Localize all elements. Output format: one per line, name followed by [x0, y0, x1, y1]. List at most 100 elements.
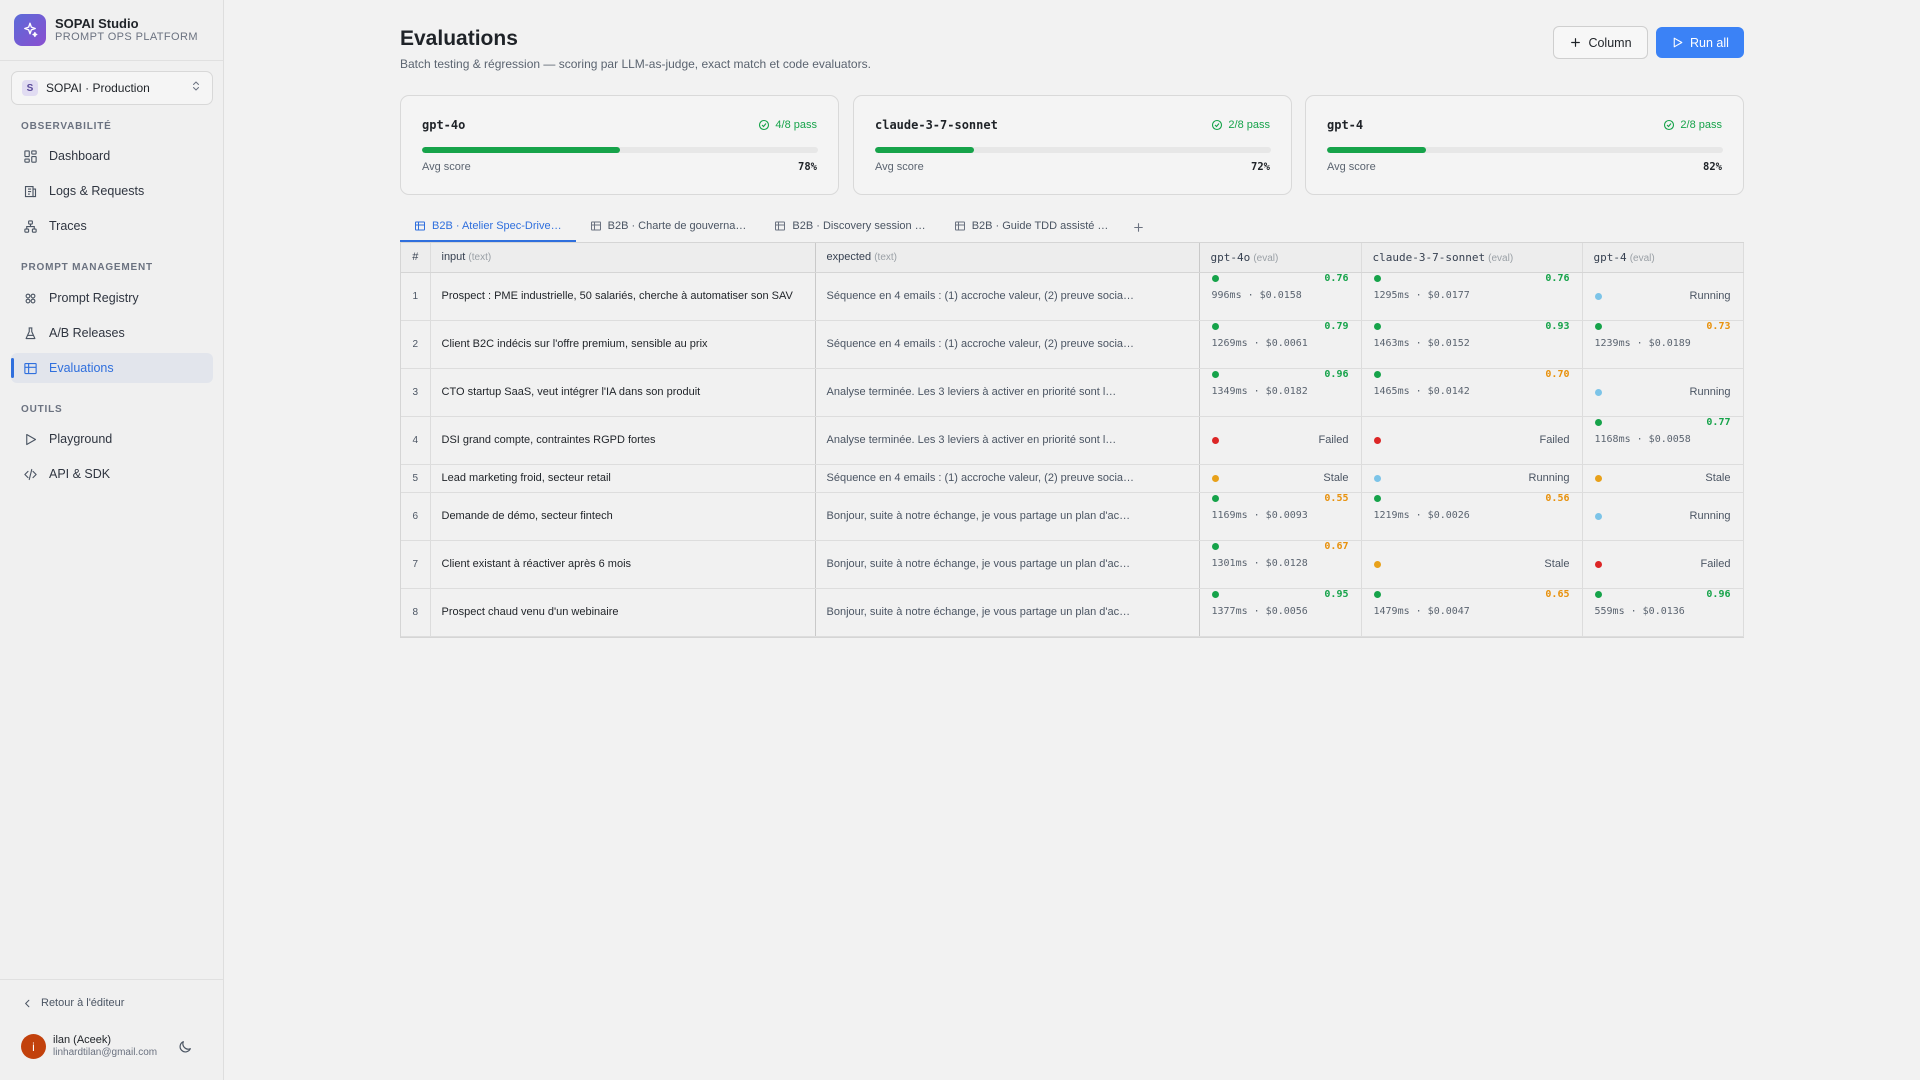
result-cell[interactable]: Running — [1582, 272, 1744, 321]
tab-dataset[interactable]: B2B · Discovery session … — [760, 212, 939, 242]
result-cell[interactable]: 0.67 1301ms · $0.0128 — [1199, 540, 1362, 589]
result-cell[interactable]: 0.56 1219ms · $0.0026 — [1361, 492, 1583, 541]
expected-cell[interactable]: Analyse terminée. Les 3 leviers à active… — [815, 368, 1200, 417]
back-to-editor-link[interactable]: Retour à l'éditeur — [22, 997, 124, 1009]
latency-cost: 1239ms · $0.0189 — [1594, 337, 1691, 349]
sidebar-item-playground[interactable]: Playground — [11, 424, 213, 454]
result-cell[interactable]: 0.65 1479ms · $0.0047 — [1361, 588, 1583, 637]
status-dot — [1373, 274, 1381, 282]
col-header-gpt-4o[interactable]: gpt-4o (eval) — [1199, 243, 1362, 273]
run-all-button[interactable]: Run all — [1656, 27, 1744, 58]
input-cell[interactable]: Prospect chaud venu d'un webinaire — [430, 588, 816, 637]
sidebar-item-ab-releases[interactable]: A/B Releases — [11, 318, 213, 348]
table-icon — [590, 220, 602, 232]
result-cell[interactable]: 0.76 1295ms · $0.0177 — [1361, 272, 1583, 321]
status-dot — [1373, 436, 1381, 444]
sidebar-item-logs[interactable]: Logs & Requests — [11, 176, 213, 206]
input-cell[interactable]: Client existant à réactiver après 6 mois — [430, 540, 816, 589]
table-row[interactable]: 7 Client existant à réactiver après 6 moi… — [401, 540, 1744, 589]
result-cell[interactable]: 0.79 1269ms · $0.0061 — [1199, 320, 1362, 369]
expected-cell[interactable]: Séquence en 4 emails : (1) accroche vale… — [815, 320, 1200, 369]
result-cell[interactable]: Stale — [1199, 464, 1362, 493]
result-cell[interactable]: Failed — [1361, 416, 1583, 465]
latency-cost: 559ms · $0.0136 — [1594, 605, 1685, 617]
result-cell[interactable]: 0.70 1465ms · $0.0142 — [1361, 368, 1583, 417]
table-row[interactable]: 2 Client B2C indécis sur l'offre premium,… — [401, 320, 1744, 369]
workspace-selector[interactable]: S SOPAI · Production — [11, 71, 213, 105]
sidebar-item-dashboard[interactable]: Dashboard — [11, 141, 213, 171]
result-cell[interactable]: Failed — [1199, 416, 1362, 465]
user-profile[interactable]: i ilan (Aceek) linhardtilan@gmail.com — [21, 1034, 157, 1059]
tab-dataset[interactable]: B2B · Charte de gouverna… — [576, 212, 761, 242]
result-cell[interactable]: 0.76 996ms · $0.0158 — [1199, 272, 1362, 321]
result-cell[interactable]: Failed — [1582, 540, 1744, 589]
expected-cell[interactable]: Bonjour, suite à notre échange, je vous … — [815, 588, 1200, 637]
chevron-up-down-icon — [190, 79, 202, 97]
row-index: 6 — [401, 492, 431, 541]
table-row[interactable]: 1 Prospect : PME industrielle, 50 salarié… — [401, 272, 1744, 321]
col-header-expected[interactable]: expected (text) — [815, 243, 1200, 273]
sidebar-item-evaluations[interactable]: Evaluations — [11, 353, 213, 383]
model-name: gpt-4o — [422, 118, 466, 132]
result-cell[interactable]: 0.73 1239ms · $0.0189 — [1582, 320, 1744, 369]
progress-bar — [422, 147, 818, 153]
input-cell[interactable]: Demande de démo, secteur fintech — [430, 492, 816, 541]
result-cell[interactable]: 0.95 1377ms · $0.0056 — [1199, 588, 1362, 637]
check-circle-icon — [1211, 119, 1223, 131]
table-row[interactable]: 8 Prospect chaud venu d'un webinaire Bonjo… — [401, 588, 1744, 637]
status-label: Failed — [1539, 434, 1570, 446]
input-cell[interactable]: Prospect : PME industrielle, 50 salariés… — [430, 272, 816, 321]
expected-cell[interactable]: Séquence en 4 emails : (1) accroche vale… — [815, 272, 1200, 321]
avg-score-label: Avg score — [1327, 161, 1376, 173]
sidebar-item-traces[interactable]: Traces — [11, 211, 213, 241]
col-header-claude[interactable]: claude-3-7-sonnet (eval) — [1361, 243, 1583, 273]
add-column-button[interactable]: Column — [1553, 26, 1648, 59]
table-icon — [21, 359, 39, 377]
input-cell[interactable]: CTO startup SaaS, veut intégrer l'IA dan… — [430, 368, 816, 417]
sidebar-item-api-sdk[interactable]: API & SDK — [11, 459, 213, 489]
input-cell[interactable]: Client B2C indécis sur l'offre premium, … — [430, 320, 816, 369]
moon-icon[interactable] — [177, 1039, 193, 1055]
status-dot — [1594, 292, 1602, 300]
check-circle-icon — [758, 119, 770, 131]
row-index: 3 — [401, 368, 431, 417]
result-cell[interactable]: Stale — [1582, 464, 1744, 493]
expected-cell[interactable]: Séquence en 4 emails : (1) accroche vale… — [815, 464, 1200, 493]
result-cell[interactable]: Running — [1361, 464, 1583, 493]
tab-dataset[interactable]: B2B · Guide TDD assisté … — [940, 212, 1123, 242]
score-value: 0.96 — [1706, 588, 1731, 600]
sidebar-item-prompt-registry[interactable]: Prompt Registry — [11, 283, 213, 313]
col-header-input[interactable]: input (text) — [430, 243, 816, 273]
play-icon — [21, 430, 39, 448]
brand[interactable]: SOPAI Studio PROMPT OPS PLATFORM — [14, 14, 198, 46]
sidebar-item-label: Prompt Registry — [49, 291, 139, 305]
result-cell[interactable]: Running — [1582, 492, 1744, 541]
col-header-type: (eval) — [1629, 252, 1655, 264]
logs-icon — [21, 182, 39, 200]
code-icon — [21, 465, 39, 483]
tab-dataset[interactable]: B2B · Atelier Spec-Drive… — [400, 212, 576, 242]
table-row[interactable]: 4 DSI grand compte, contraintes RGPD fort… — [401, 416, 1744, 465]
table-row[interactable]: 3 CTO startup SaaS, veut intégrer l'IA da… — [401, 368, 1744, 417]
add-tab-button[interactable] — [1122, 212, 1155, 242]
result-cell[interactable]: 0.93 1463ms · $0.0152 — [1361, 320, 1583, 369]
expected-cell[interactable]: Bonjour, suite à notre échange, je vous … — [815, 540, 1200, 589]
input-cell[interactable]: DSI grand compte, contraintes RGPD forte… — [430, 416, 816, 465]
plus-icon — [1132, 221, 1145, 234]
result-cell[interactable]: 0.55 1169ms · $0.0093 — [1199, 492, 1362, 541]
section-prompt-management: PROMPT MANAGEMENT — [21, 262, 153, 273]
table-row[interactable]: 6 Demande de démo, secteur fintech Bonjour… — [401, 492, 1744, 541]
result-cell[interactable]: 0.77 1168ms · $0.0058 — [1582, 416, 1744, 465]
result-cell[interactable]: Running — [1582, 368, 1744, 417]
status-dot — [1211, 494, 1219, 502]
col-header-type: (eval) — [1488, 252, 1514, 264]
table-row[interactable]: 5 Lead marketing froid, secteur retail Séq… — [401, 464, 1744, 493]
col-header-gpt-4[interactable]: gpt-4 (eval) — [1582, 243, 1744, 273]
result-cell[interactable]: 0.96 559ms · $0.0136 — [1582, 588, 1744, 637]
expected-cell[interactable]: Bonjour, suite à notre échange, je vous … — [815, 492, 1200, 541]
result-cell[interactable]: 0.96 1349ms · $0.0182 — [1199, 368, 1362, 417]
expected-cell[interactable]: Analyse terminée. Les 3 leviers à active… — [815, 416, 1200, 465]
input-cell[interactable]: Lead marketing froid, secteur retail — [430, 464, 816, 493]
status-label: Stale — [1544, 558, 1570, 570]
result-cell[interactable]: Stale — [1361, 540, 1583, 589]
